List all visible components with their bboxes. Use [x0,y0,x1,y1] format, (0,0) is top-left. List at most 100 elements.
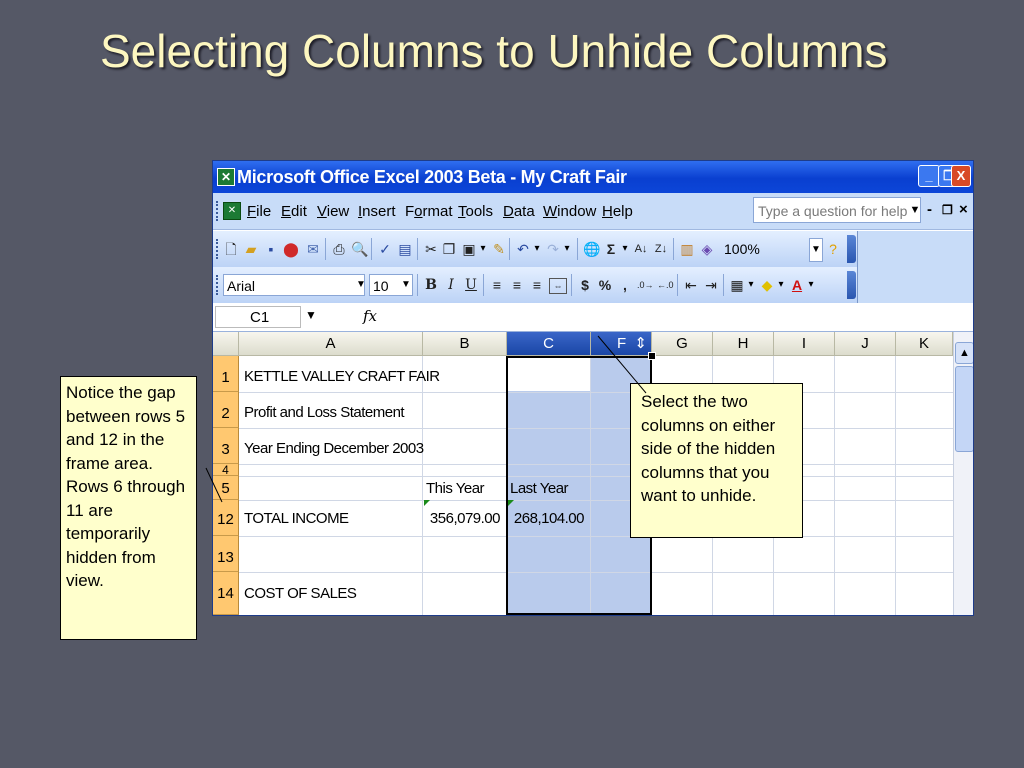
column-header-i[interactable]: I [774,332,835,356]
column-header-h[interactable]: H [713,332,774,356]
column-header-a[interactable]: A [239,332,423,356]
save-icon[interactable]: ▪ [263,240,279,258]
cell-b12[interactable]: 356,079.00 [423,500,503,536]
percent-icon[interactable]: % [597,276,613,294]
menu-insert[interactable]: Insert [358,203,396,220]
cell-a3[interactable]: Year Ending December 2003 [241,432,427,466]
column-header-k[interactable]: K [896,332,953,356]
menu-window[interactable]: Window [543,203,596,220]
menu-format[interactable]: Format [405,203,453,220]
excel-window[interactable]: ✕ Microsoft Office Excel 2003 Beta - My … [212,160,974,616]
fill-dropdown-icon[interactable]: ▾ [775,274,787,296]
row-header[interactable]: 12 [213,500,239,536]
toolbar-options-icon[interactable] [847,235,856,263]
print-icon[interactable]: ⎙ [331,240,347,258]
redo-dropdown-icon[interactable]: ▾ [561,238,573,260]
currency-icon[interactable]: $ [577,276,593,294]
toolbar-options-icon[interactable] [847,271,856,299]
column-header-j[interactable]: J [835,332,896,356]
zoom-field[interactable]: 100% [721,238,771,260]
open-icon[interactable]: ▰ [243,240,259,258]
doc-minimize-button[interactable]: - [927,201,932,218]
select-all-button[interactable] [213,332,239,356]
fill-color-icon[interactable]: ◆ [759,276,775,294]
menu-view[interactable]: View [317,203,349,220]
row-header[interactable]: 13 [213,536,239,572]
row-header[interactable]: 4 [213,464,239,476]
column-header-f[interactable]: F ⇕ [591,332,652,356]
hyperlink-icon[interactable]: 🌐 [583,240,600,258]
autosum-icon[interactable]: Σ [603,240,619,258]
row-header[interactable]: 5 [213,476,239,500]
toolbar-grip-icon[interactable] [216,239,221,259]
cell-a2[interactable]: Profit and Loss Statement [241,396,407,430]
cell-b5[interactable]: This Year [423,476,487,502]
italic-icon[interactable]: I [443,276,459,294]
worksheet-grid[interactable]: A B C F ⇕ G H I J K 1 2 3 4 5 12 13 14 K… [213,332,973,615]
font-name-field[interactable]: Arial [223,274,365,296]
size-dropdown-icon[interactable]: ▼ [400,274,412,296]
format-painter-icon[interactable]: ✎ [491,240,507,258]
redo-icon[interactable]: ↷ [545,240,561,258]
doc-restore-button[interactable]: ❐ [942,203,953,217]
doc-close-button[interactable]: × [959,201,968,218]
zoom-dropdown-icon[interactable]: ▼ [809,238,823,262]
undo-dropdown-icon[interactable]: ▾ [531,238,543,260]
underline-icon[interactable]: U [463,276,479,294]
cut-icon[interactable]: ✂ [423,240,439,258]
font-color-icon[interactable]: A [789,276,805,294]
help-dropdown-icon[interactable]: ▼ [907,197,923,223]
increase-indent-icon[interactable]: ⇥ [703,276,719,294]
row-header[interactable]: 2 [213,392,239,428]
font-color-dropdown-icon[interactable]: ▾ [805,274,817,296]
help-icon[interactable]: ? [825,240,841,258]
undo-icon[interactable]: ↶ [515,240,531,258]
menu-file[interactable]: File [247,203,271,220]
help-search-input[interactable]: Type a question for help [753,197,921,223]
decrease-indent-icon[interactable]: ⇤ [683,276,699,294]
row-header[interactable]: 3 [213,428,239,464]
minimize-button[interactable]: _ [918,165,940,187]
autosum-dropdown-icon[interactable]: ▾ [619,238,631,260]
decrease-decimal-icon[interactable]: ←.0 [657,276,674,294]
cell-a12[interactable]: TOTAL INCOME [241,500,352,536]
row-header[interactable]: 1 [213,356,239,392]
borders-dropdown-icon[interactable]: ▾ [745,274,757,296]
permission-icon[interactable]: ⬤ [283,240,299,258]
spelling-icon[interactable]: ✓ [377,240,393,258]
research-icon[interactable]: ▤ [397,240,413,258]
window-title-bar[interactable]: ✕ Microsoft Office Excel 2003 Beta - My … [213,161,973,193]
bold-icon[interactable]: B [423,276,439,294]
copy-icon[interactable]: ❐ [441,240,457,258]
vertical-scrollbar[interactable]: ▲ [953,332,973,615]
scroll-thumb[interactable] [955,366,973,452]
cell-a14[interactable]: COST OF SALES [241,576,359,612]
font-dropdown-icon[interactable]: ▼ [355,274,367,296]
column-header-g[interactable]: G [652,332,713,356]
menu-help[interactable]: Help [602,203,633,220]
email-icon[interactable]: ✉ [305,240,321,258]
comma-style-icon[interactable]: , [617,276,633,294]
toolbar-grip-icon[interactable] [216,275,221,295]
merge-center-icon[interactable]: ⇔ [549,278,567,294]
menu-tools[interactable]: Tools [458,203,493,220]
align-right-icon[interactable]: ≡ [529,276,545,294]
sort-descending-icon[interactable]: Z↓ [653,240,669,258]
increase-decimal-icon[interactable]: .0→ [637,276,654,294]
new-icon[interactable]: 🗋 [223,240,239,258]
cell-a1[interactable]: KETTLE VALLEY CRAFT FAIR [241,360,443,394]
borders-icon[interactable]: ▦ [729,276,745,294]
fill-handle[interactable] [648,352,656,360]
name-box[interactable]: C1 [215,306,301,328]
chart-wizard-icon[interactable]: ▥ [679,240,695,258]
workbook-icon[interactable]: ✕ [223,202,241,220]
row-header[interactable]: 14 [213,572,239,615]
name-box-dropdown-icon[interactable]: ▼ [305,308,317,322]
sort-ascending-icon[interactable]: A↓ [633,240,649,258]
paste-dropdown-icon[interactable]: ▾ [477,238,489,260]
scroll-up-icon[interactable]: ▲ [955,342,973,364]
column-header-b[interactable]: B [423,332,507,356]
align-left-icon[interactable]: ≡ [489,276,505,294]
paste-icon[interactable]: ▣ [461,240,477,258]
print-preview-icon[interactable]: 🔍 [351,240,368,258]
